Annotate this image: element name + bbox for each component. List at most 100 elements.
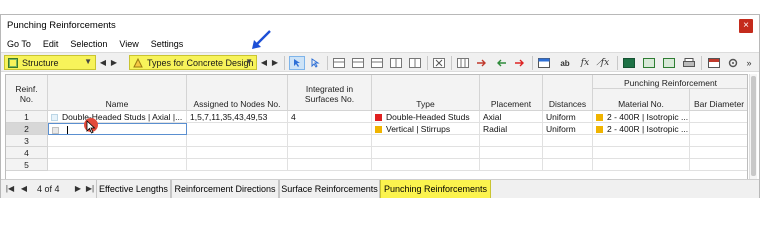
- table-icon[interactable]: [350, 56, 366, 70]
- column-header-bar-diameter[interactable]: Bar Diameter: [690, 89, 747, 111]
- print-icon[interactable]: [681, 56, 697, 70]
- placement-cell[interactable]: [480, 147, 543, 159]
- assigned-nodes-cell[interactable]: 1,5,7,11,35,43,49,53: [187, 111, 288, 123]
- table-icon[interactable]: [388, 56, 404, 70]
- column-header-reinf-no[interactable]: Reinf. No.: [6, 75, 48, 111]
- structure-dropdown[interactable]: Structure ▼: [4, 55, 96, 70]
- punching-reinforcements-window: Punching Reinforcements × Go To Edit Sel…: [0, 14, 760, 198]
- fx-icon[interactable]: f̸x: [597, 56, 613, 70]
- menu-view[interactable]: View: [113, 37, 144, 51]
- first-page-button[interactable]: |◀: [5, 184, 15, 193]
- previous-page-button[interactable]: ◀: [19, 184, 29, 193]
- text-format-icon[interactable]: ab: [557, 56, 573, 70]
- previous-button[interactable]: ◀: [259, 56, 269, 69]
- placement-cell[interactable]: Radial: [480, 123, 543, 135]
- name-edit-cell[interactable]: [48, 123, 187, 135]
- column-header-assigned-nodes[interactable]: Assigned to Nodes No.: [187, 75, 288, 111]
- placement-cell[interactable]: Axial: [480, 111, 543, 123]
- arrow-icon[interactable]: [512, 56, 528, 70]
- distances-cell[interactable]: Uniform: [543, 123, 593, 135]
- delete-icon[interactable]: [431, 56, 447, 70]
- name-cell[interactable]: [48, 135, 187, 147]
- assigned-nodes-cell[interactable]: [187, 159, 288, 171]
- column-header-name[interactable]: Name: [48, 75, 187, 111]
- type-cell[interactable]: Vertical | Stirrups: [372, 123, 480, 135]
- distances-cell[interactable]: [543, 159, 593, 171]
- type-cell[interactable]: [372, 159, 480, 171]
- table-view-icon[interactable]: [536, 56, 552, 70]
- row-number[interactable]: 5: [6, 159, 48, 171]
- assigned-nodes-cell[interactable]: [187, 135, 288, 147]
- integrated-surfaces-cell[interactable]: [288, 123, 372, 135]
- more-icon[interactable]: »: [741, 56, 757, 70]
- columns-icon[interactable]: [455, 56, 471, 70]
- fx-icon[interactable]: fx: [577, 56, 593, 70]
- next-button[interactable]: ▶: [109, 56, 119, 69]
- distances-cell[interactable]: Uniform: [543, 111, 593, 123]
- row-number[interactable]: 4: [6, 147, 48, 159]
- column-header-material[interactable]: Material No.: [593, 89, 690, 111]
- types-dropdown[interactable]: Types for Concrete Design ▼: [129, 55, 257, 70]
- assigned-nodes-cell[interactable]: [187, 147, 288, 159]
- column-header-distances[interactable]: Distances: [543, 75, 593, 111]
- menu-selection[interactable]: Selection: [64, 37, 113, 51]
- placement-cell[interactable]: [480, 159, 543, 171]
- next-page-button[interactable]: ▶: [73, 184, 83, 193]
- material-cell[interactable]: [593, 135, 690, 147]
- name-cell[interactable]: Double-Headed Studs | Axial |...: [48, 111, 187, 123]
- bar-diameter-cell[interactable]: [690, 159, 747, 171]
- bar-diameter-cell[interactable]: [690, 147, 747, 159]
- distances-cell[interactable]: [543, 135, 593, 147]
- next-button[interactable]: ▶: [270, 56, 280, 69]
- material-cell[interactable]: 2 - 400R | Isotropic ...: [593, 123, 690, 135]
- distances-cell[interactable]: [543, 147, 593, 159]
- placement-cell[interactable]: [480, 135, 543, 147]
- menu-go-to[interactable]: Go To: [1, 37, 37, 51]
- cursor-icon[interactable]: [307, 56, 323, 70]
- row-number[interactable]: 3: [6, 135, 48, 147]
- bar-diameter-cell[interactable]: [690, 123, 747, 135]
- column-header-placement[interactable]: Placement: [480, 75, 543, 111]
- integrated-surfaces-cell[interactable]: [288, 159, 372, 171]
- arrow-icon[interactable]: [474, 56, 490, 70]
- tab-punching-reinforcements[interactable]: Punching Reinforcements: [380, 180, 491, 198]
- menu-settings[interactable]: Settings: [145, 37, 190, 51]
- material-cell[interactable]: [593, 159, 690, 171]
- integrated-surfaces-cell[interactable]: [288, 147, 372, 159]
- row-number[interactable]: 2: [6, 123, 48, 135]
- name-cell[interactable]: [48, 159, 187, 171]
- table-icon[interactable]: [407, 56, 423, 70]
- type-cell[interactable]: [372, 147, 480, 159]
- material-cell[interactable]: 2 - 400R | Isotropic ...: [593, 111, 690, 123]
- column-header-type[interactable]: Type: [372, 75, 480, 111]
- scrollbar-thumb[interactable]: [751, 76, 756, 176]
- import-icon[interactable]: [661, 56, 677, 70]
- type-cell[interactable]: [372, 135, 480, 147]
- settings-icon[interactable]: [725, 56, 741, 70]
- close-button[interactable]: ×: [739, 19, 753, 33]
- table-icon[interactable]: [369, 56, 385, 70]
- name-cell[interactable]: [48, 147, 187, 159]
- last-page-button[interactable]: ▶|: [85, 184, 95, 193]
- tab-effective-lengths[interactable]: Effective Lengths: [96, 180, 171, 198]
- integrated-surfaces-cell[interactable]: [288, 135, 372, 147]
- material-cell[interactable]: [593, 147, 690, 159]
- bar-diameter-cell[interactable]: [690, 135, 747, 147]
- previous-button[interactable]: ◀: [98, 56, 108, 69]
- export-icon[interactable]: [641, 56, 657, 70]
- tab-surface-reinforcements[interactable]: Surface Reinforcements: [279, 180, 380, 198]
- column-header-integrated-surfaces[interactable]: Integrated in Surfaces No.: [288, 75, 372, 111]
- integrated-surfaces-cell[interactable]: 4: [288, 111, 372, 123]
- settings-icon[interactable]: [706, 56, 722, 70]
- excel-icon[interactable]: [621, 56, 637, 70]
- tab-reinforcement-directions[interactable]: Reinforcement Directions: [171, 180, 279, 198]
- row-number[interactable]: 1: [6, 111, 48, 123]
- vertical-scrollbar[interactable]: [749, 74, 757, 180]
- arrow-icon[interactable]: [493, 56, 509, 70]
- select-arrow-icon[interactable]: [289, 56, 305, 70]
- bar-diameter-cell[interactable]: [690, 111, 747, 123]
- type-cell[interactable]: Double-Headed Studs: [372, 111, 480, 123]
- table-icon[interactable]: [331, 56, 347, 70]
- menu-edit[interactable]: Edit: [37, 37, 65, 51]
- assigned-nodes-cell[interactable]: [187, 123, 288, 135]
